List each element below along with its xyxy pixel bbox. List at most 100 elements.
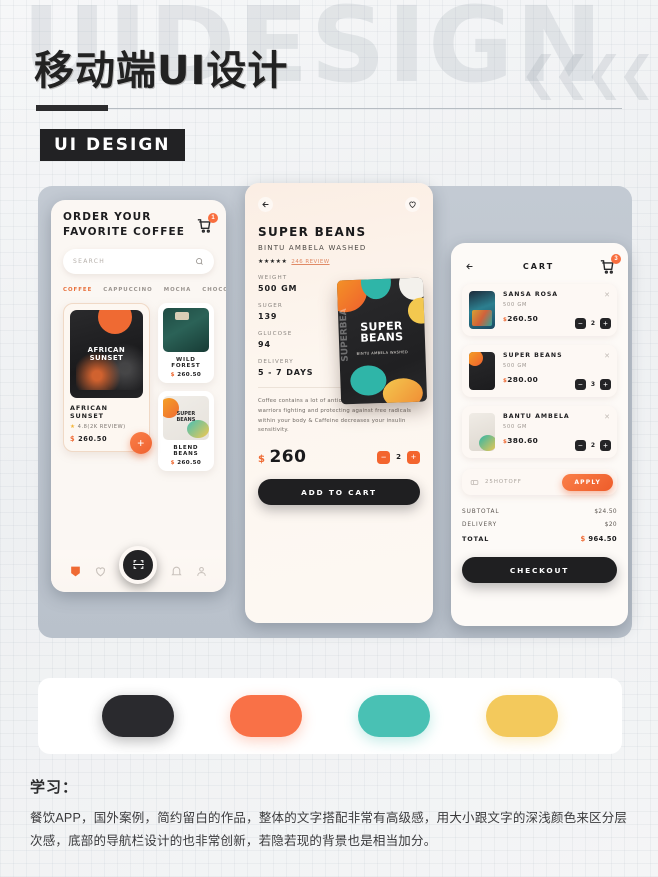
ticket-icon	[470, 479, 479, 485]
product-card-featured[interactable]: AFRICAN SUNSET AFRICAN SUNSET ★ 4.8(2K R…	[63, 303, 152, 455]
price-value: 260.50	[507, 314, 539, 323]
bottom-navigation	[51, 545, 226, 592]
order-summary: SUBTOTAL $24.50 DELIVERY $20 TOTAL $ 964…	[462, 509, 617, 543]
cart-item-row[interactable]: SANSA ROSA 500 GM $260.50 ✕ − 2 +	[462, 284, 617, 336]
category-tab-coffee[interactable]: COFFEE	[63, 287, 92, 293]
back-button[interactable]	[462, 259, 477, 274]
color-palette	[38, 678, 622, 754]
summary-row-subtotal: SUBTOTAL $24.50	[462, 509, 617, 515]
product-image-african-sunset: AFRICAN SUNSET	[70, 310, 143, 399]
quantity-increase-button[interactable]: +	[600, 379, 611, 390]
rule-bar	[36, 105, 108, 111]
quantity-decrease-button[interactable]: −	[574, 318, 586, 329]
bell-icon[interactable]	[170, 565, 183, 578]
ui-design-badge: UI DESIGN	[40, 129, 185, 161]
quantity-stepper: − 2 +	[574, 440, 611, 451]
apply-coupon-button[interactable]: APPLY	[562, 473, 613, 491]
category-tab-mocha[interactable]: MOCHA	[164, 287, 192, 293]
product-image-blend-beans: SUPER BEANS	[162, 396, 209, 441]
arrow-left-icon	[262, 201, 269, 208]
summary-row-total: TOTAL $ 964.50	[462, 535, 617, 543]
currency-symbol: $	[258, 454, 266, 466]
quantity-decrease-button[interactable]: −	[574, 379, 586, 390]
color-swatch-yellow	[486, 695, 558, 737]
product-price: $ 260.50	[163, 460, 209, 466]
add-to-cart-button[interactable]: +	[129, 432, 152, 455]
bag-label-line2: SUNSET	[89, 354, 124, 363]
cart-badge-count: 3	[610, 254, 621, 264]
detail-rating: ★★★★★ 246 REVIEW	[258, 258, 420, 266]
category-tab-chocolate[interactable]: CHOCOLATE	[202, 287, 226, 293]
product-card-wild-forest[interactable]: WILD FOREST $ 260.50	[157, 303, 214, 384]
quantity-stepper: − 2 +	[377, 450, 420, 464]
currency-symbol: $	[580, 535, 586, 543]
bag-subtitle: BINTU AMBELA WASHED	[356, 350, 409, 356]
star-icon: ★	[70, 424, 76, 431]
bag-label-line1: AFRICAN	[87, 346, 126, 355]
favorite-button[interactable]	[405, 197, 420, 212]
detail-product-title: SUPER BEANS	[258, 225, 367, 239]
profile-icon[interactable]	[195, 565, 208, 578]
quantity-value: 2	[590, 442, 595, 449]
rule-line	[108, 107, 622, 109]
cart-item-weight: 500 GM	[503, 424, 528, 430]
summary-row-delivery: DELIVERY $20	[462, 522, 617, 528]
title-rule	[36, 105, 622, 111]
price-value: 260.50	[177, 460, 202, 467]
cart-icon-button[interactable]: 3	[600, 254, 621, 275]
product-bag-label: SUPER BEANS	[163, 412, 209, 423]
bag-title: SUPER BEANS	[338, 319, 425, 346]
price-value: 260	[269, 447, 307, 468]
arrow-left-icon	[466, 263, 473, 270]
phone-screen-home: ORDER YOUR FAVORITE COFFEE 1 SEARCH COFF…	[51, 200, 226, 592]
heart-icon[interactable]	[94, 565, 107, 578]
tag-icon[interactable]	[69, 565, 82, 578]
cart-item-row[interactable]: BANTU AMBELA 500 GM $380.60 ✕ − 2 +	[462, 406, 617, 458]
back-button[interactable]	[258, 197, 273, 212]
home-heading: ORDER YOUR FAVORITE COFFEE	[63, 210, 185, 240]
color-swatch-dark	[102, 695, 174, 737]
price-value: 380.60	[507, 436, 539, 445]
scan-button[interactable]	[119, 545, 158, 584]
quantity-decrease-button[interactable]: −	[377, 450, 391, 464]
quantity-increase-button[interactable]: +	[407, 450, 420, 464]
product-card-blend-beans[interactable]: SUPER BEANS BLEND BEANS $ 260.50	[157, 391, 214, 472]
showcase-panel: ORDER YOUR FAVORITE COFFEE 1 SEARCH COFF…	[38, 183, 632, 638]
coupon-field[interactable]: 25HOTOFF APPLY	[462, 469, 617, 495]
spec-key-glucose: GLUCOSE	[258, 331, 293, 337]
detail-description: Coffee contains a lot of antioxidants, t…	[258, 398, 419, 434]
search-icon	[196, 258, 203, 266]
price-value: 260.50	[78, 435, 108, 444]
search-input[interactable]: SEARCH	[63, 249, 214, 275]
home-heading-line2: FAVORITE COFFEE	[63, 226, 186, 239]
quantity-decrease-button[interactable]: −	[574, 440, 586, 451]
currency-symbol: $	[70, 435, 76, 444]
product-image-wild-forest	[162, 308, 209, 353]
summary-key: SUBTOTAL	[462, 509, 500, 515]
cart-item-name: SUPER BEANS	[503, 352, 563, 359]
quantity-increase-button[interactable]: +	[600, 318, 611, 329]
review-count-link[interactable]: 246 REVIEW	[291, 259, 329, 265]
product-name: AFRICAN SUNSET	[70, 404, 108, 421]
cart-item-row[interactable]: SUPER BEANS 500 GM $280.00 ✕ − 3 +	[462, 345, 617, 397]
spec-value-glucose: 94	[258, 340, 271, 349]
summary-value: $20	[604, 522, 617, 528]
cart-item-name: SANSA ROSA	[503, 291, 559, 298]
quantity-increase-button[interactable]: +	[600, 440, 611, 451]
remove-item-button[interactable]: ✕	[604, 352, 610, 360]
remove-item-button[interactable]: ✕	[604, 291, 610, 299]
cart-icon-button[interactable]: 1	[197, 212, 218, 234]
bag-title-line2: BEANS	[360, 330, 404, 346]
product-price: $ 260.50	[163, 372, 209, 378]
product-bag-label: AFRICAN SUNSET	[70, 346, 143, 362]
footer-body: 餐饮APP，国外案例，简约留白的作品，整体的文字搭配非常有高级感，用大小跟文字的…	[30, 811, 628, 849]
detail-price-row: $260 − 2 +	[258, 447, 420, 467]
price-value: 280.00	[507, 375, 539, 384]
checkout-button[interactable]: CHECKOUT	[462, 557, 617, 583]
cart-item-weight: 500 GM	[503, 302, 528, 308]
add-to-cart-button[interactable]: ADD TO CART	[258, 479, 420, 506]
summary-value: $ 964.50	[580, 535, 617, 543]
category-tab-cappuccino[interactable]: CAPPUCCINO	[103, 287, 152, 293]
remove-item-button[interactable]: ✕	[604, 413, 610, 421]
cart-page-title: CART	[522, 262, 555, 271]
